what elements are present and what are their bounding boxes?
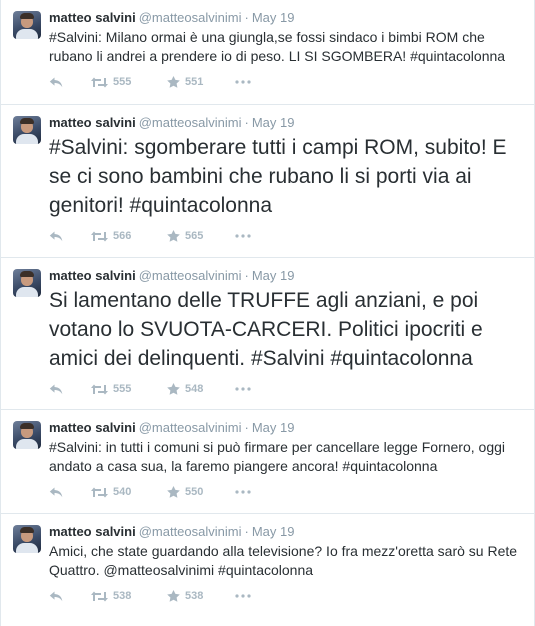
avatar[interactable] — [13, 421, 41, 449]
tweet-timestamp[interactable]: May 19 — [252, 524, 295, 539]
tweet[interactable]: matteo salvini @matteosalvinimi · May 19 Am… — [1, 514, 534, 622]
favorite-count: 550 — [185, 486, 204, 498]
tweet[interactable]: matteo salvini @matteosalvinimi · May 19 #S… — [1, 0, 534, 105]
favorite-count: 538 — [185, 590, 204, 602]
tweet-text: #Salvini: sgomberare tutti i campi ROM, … — [49, 136, 507, 217]
reply-icon — [49, 384, 63, 394]
favorite-star-icon — [167, 76, 180, 88]
retweet-button[interactable]: 555 — [91, 76, 167, 88]
user-name[interactable]: matteo salvini — [49, 10, 136, 25]
tweet-timestamp[interactable]: May 19 — [252, 115, 295, 130]
tweet-text: #Salvini: Milano ormai è una giungla,se … — [49, 29, 506, 64]
retweet-count: 555 — [113, 76, 132, 88]
tweet-actions: 555 548 — [49, 373, 522, 405]
retweet-button[interactable]: 540 — [91, 486, 167, 498]
retweet-icon — [91, 231, 108, 241]
tweet-text: Amici, che state guardando alla televisi… — [49, 543, 518, 578]
tweet-actions: 540 550 — [49, 476, 522, 508]
more-dots-icon — [235, 387, 251, 391]
tweet-timestamp[interactable]: May 19 — [252, 10, 295, 25]
user-name[interactable]: matteo salvini — [49, 115, 136, 130]
favorite-button[interactable]: 550 — [167, 486, 235, 498]
reply-button[interactable] — [49, 591, 91, 602]
separator: · — [244, 10, 249, 25]
more-dots-icon — [235, 80, 251, 84]
reply-icon — [49, 591, 63, 601]
separator: · — [244, 268, 249, 283]
favorite-star-icon — [167, 230, 180, 242]
avatar[interactable] — [13, 525, 41, 553]
retweet-icon — [91, 77, 108, 87]
user-handle[interactable]: @matteosalvinimi — [139, 524, 242, 539]
retweet-count: 566 — [113, 230, 132, 242]
favorite-button[interactable]: 538 — [167, 590, 235, 602]
retweet-count: 555 — [113, 383, 132, 395]
retweet-button[interactable]: 566 — [91, 230, 167, 242]
more-dots-icon — [235, 594, 251, 598]
retweet-count: 538 — [113, 590, 132, 602]
more-button[interactable] — [235, 234, 265, 238]
tweet-header: matteo salvini @matteosalvinimi · May 19 — [49, 523, 522, 541]
retweet-button[interactable]: 555 — [91, 383, 167, 395]
reply-icon — [49, 487, 63, 497]
more-dots-icon — [235, 490, 251, 494]
separator: · — [244, 115, 249, 130]
favorite-star-icon — [167, 590, 180, 602]
retweet-icon — [91, 384, 108, 394]
tweet-timestamp[interactable]: May 19 — [252, 420, 295, 435]
user-name[interactable]: matteo salvini — [49, 420, 136, 435]
separator: · — [244, 524, 249, 539]
retweet-button[interactable]: 538 — [91, 590, 167, 602]
more-button[interactable] — [235, 594, 265, 598]
favorite-count: 551 — [185, 76, 204, 88]
tweet-text: Si lamentano delle TRUFFE agli anziani, … — [49, 289, 483, 370]
user-handle[interactable]: @matteosalvinimi — [139, 10, 242, 25]
more-button[interactable] — [235, 490, 265, 494]
reply-button[interactable] — [49, 231, 91, 242]
retweet-icon — [91, 591, 108, 601]
tweet-text: #Salvini: in tutti i comuni si può firma… — [49, 439, 506, 474]
tweet-timeline: matteo salvini @matteosalvinimi · May 19 #S… — [0, 0, 535, 626]
avatar[interactable] — [13, 11, 41, 39]
tweet[interactable]: matteo salvini @matteosalvinimi · May 19 #S… — [1, 410, 534, 514]
user-handle[interactable]: @matteosalvinimi — [139, 420, 242, 435]
favorite-button[interactable]: 548 — [167, 383, 235, 395]
user-name[interactable]: matteo salvini — [49, 268, 136, 283]
more-button[interactable] — [235, 387, 265, 391]
tweet-header: matteo salvini @matteosalvinimi · May 19 — [49, 419, 522, 437]
tweet-actions: 555 551 — [49, 66, 522, 98]
favorite-count: 548 — [185, 383, 204, 395]
tweet-header: matteo salvini @matteosalvinimi · May 19 — [49, 114, 522, 132]
favorite-button[interactable]: 565 — [167, 230, 235, 242]
favorite-star-icon — [167, 383, 180, 395]
reply-button[interactable] — [49, 487, 91, 498]
tweet[interactable]: matteo salvini @matteosalvinimi · May 19 Si… — [1, 258, 534, 410]
avatar[interactable] — [13, 269, 41, 297]
tweet-header: matteo salvini @matteosalvinimi · May 19 — [49, 9, 522, 27]
reply-icon — [49, 231, 63, 241]
reply-icon — [49, 77, 63, 87]
more-button[interactable] — [235, 80, 265, 84]
retweet-count: 540 — [113, 486, 132, 498]
tweet[interactable]: matteo salvini @matteosalvinimi · May 19 #S… — [1, 105, 534, 258]
favorite-star-icon — [167, 486, 180, 498]
reply-button[interactable] — [49, 384, 91, 395]
separator: · — [244, 420, 249, 435]
tweet-header: matteo salvini @matteosalvinimi · May 19 — [49, 267, 522, 285]
retweet-icon — [91, 487, 108, 497]
user-handle[interactable]: @matteosalvinimi — [139, 115, 242, 130]
avatar[interactable] — [13, 116, 41, 144]
favorite-count: 565 — [185, 230, 204, 242]
tweet-timestamp[interactable]: May 19 — [252, 268, 295, 283]
tweet-actions: 566 565 — [49, 220, 522, 252]
user-handle[interactable]: @matteosalvinimi — [139, 268, 242, 283]
more-dots-icon — [235, 234, 251, 238]
favorite-button[interactable]: 551 — [167, 76, 235, 88]
reply-button[interactable] — [49, 77, 91, 88]
tweet-actions: 538 538 — [49, 580, 522, 612]
user-name[interactable]: matteo salvini — [49, 524, 136, 539]
